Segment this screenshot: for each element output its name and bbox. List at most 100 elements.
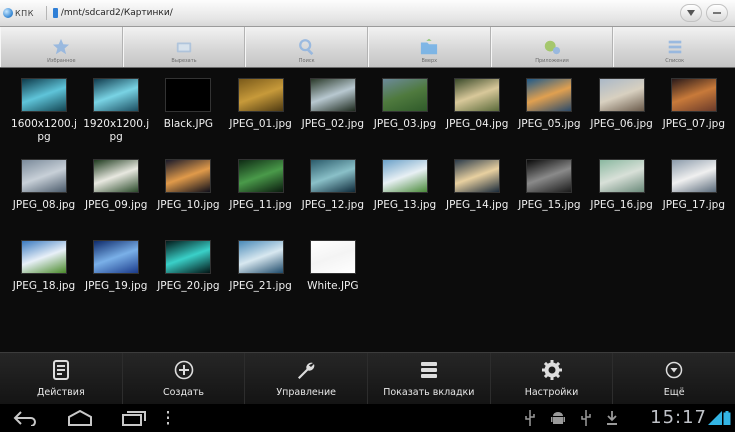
action-actions-button[interactable]: Действия: [0, 353, 123, 404]
action-settings-button[interactable]: Настройки: [491, 353, 614, 404]
search-icon: [298, 39, 314, 56]
file-item[interactable]: JPEG_02.jpg: [297, 78, 369, 156]
file-name: JPEG_12.jpg: [301, 199, 364, 211]
toolbar-list-label: Список: [665, 58, 685, 64]
action-bar: Действия Создать Управление Показать вкл…: [0, 352, 735, 404]
file-item[interactable]: JPEG_03.jpg: [369, 78, 441, 156]
file-item[interactable]: JPEG_15.jpg: [513, 159, 585, 237]
app-logo-icon: [3, 8, 13, 18]
recents-icon: [122, 411, 146, 426]
file-item[interactable]: JPEG_16.jpg: [586, 159, 658, 237]
file-item[interactable]: JPEG_20.jpg: [152, 240, 224, 318]
file-name: 1600x1200.jpg: [11, 118, 77, 143]
file-item[interactable]: JPEG_09.jpg: [80, 159, 152, 237]
usb-icon: [581, 410, 591, 426]
file-name: 1920x1200.jpg: [83, 118, 150, 143]
action-more-button[interactable]: Ещё: [613, 353, 735, 404]
toolbar-cut[interactable]: Вырезать: [122, 27, 246, 67]
file-item[interactable]: JPEG_12.jpg: [297, 159, 369, 237]
toolbar-cut-label: Вырезать: [171, 58, 197, 64]
action-manage-button[interactable]: Управление: [245, 353, 369, 404]
file-item[interactable]: 1920x1200.jpg: [80, 78, 152, 156]
path-separator: [45, 6, 47, 20]
file-item[interactable]: 1600x1200.jpg: [8, 78, 80, 156]
action-show-tabs-button[interactable]: Показать вкладки: [368, 353, 491, 404]
file-name: JPEG_19.jpg: [84, 280, 148, 292]
file-name: JPEG_16.jpg: [590, 199, 653, 211]
action-more-label: Ещё: [663, 387, 685, 398]
file-name: JPEG_15.jpg: [518, 199, 581, 211]
file-name: JPEG_10.jpg: [157, 199, 220, 211]
back-button[interactable]: [6, 404, 46, 432]
toolbar-up[interactable]: Вверх: [368, 27, 491, 67]
file-name: JPEG_13.jpg: [373, 199, 437, 211]
file-thumbnail: [93, 78, 140, 112]
battery-icon: [723, 411, 731, 425]
wrench-icon: [295, 359, 317, 381]
file-thumbnail: [165, 240, 212, 274]
file-item[interactable]: JPEG_07.jpg: [658, 78, 730, 156]
file-name: JPEG_11.jpg: [229, 199, 292, 211]
add-circle-icon: [173, 359, 195, 381]
current-path[interactable]: /mnt/sdcard2/Картинки/: [61, 8, 173, 18]
file-item[interactable]: JPEG_17.jpg: [658, 159, 730, 237]
file-name: JPEG_06.jpg: [590, 118, 653, 130]
file-name: JPEG_09.jpg: [84, 199, 148, 211]
file-item[interactable]: JPEG_21.jpg: [225, 240, 297, 318]
recents-button[interactable]: [114, 404, 154, 432]
file-thumbnail: [598, 159, 645, 193]
file-thumbnail: [21, 159, 67, 193]
menu-button[interactable]: [158, 404, 178, 432]
file-thumbnail: [165, 78, 212, 112]
toolbar-list[interactable]: Список: [613, 27, 735, 67]
more-circle-icon: [663, 359, 685, 381]
file-name: JPEG_03.jpg: [373, 118, 437, 130]
file-thumbnail: [670, 159, 717, 193]
file-thumbnail: [382, 159, 428, 193]
file-item[interactable]: Black.JPG: [152, 78, 224, 156]
file-name: JPEG_14.jpg: [445, 199, 509, 211]
file-thumbnail: [670, 78, 717, 112]
file-item[interactable]: White.JPG: [297, 240, 369, 318]
chevron-down-icon: [687, 10, 695, 16]
toolbar-up-label: Вверх: [421, 58, 438, 64]
minimize-button[interactable]: [706, 4, 728, 22]
file-name: JPEG_01.jpg: [229, 118, 292, 130]
file-item[interactable]: JPEG_11.jpg: [225, 159, 297, 237]
file-item[interactable]: JPEG_13.jpg: [369, 159, 441, 237]
file-thumbnail: [454, 159, 501, 193]
status-icons: [525, 410, 617, 426]
home-button[interactable]: [60, 404, 100, 432]
file-thumbnail: [309, 78, 356, 112]
toolbar-favorites[interactable]: Избранное: [0, 27, 123, 67]
home-icon: [68, 410, 92, 426]
file-thumbnail: [526, 159, 573, 193]
file-thumbnail: [93, 240, 140, 274]
action-create-button[interactable]: Создать: [123, 353, 246, 404]
apps-icon: [544, 40, 561, 55]
file-item[interactable]: JPEG_19.jpg: [80, 240, 152, 318]
file-item[interactable]: JPEG_08.jpg: [8, 159, 80, 237]
file-item[interactable]: JPEG_04.jpg: [441, 78, 513, 156]
path-dropdown-button[interactable]: [680, 4, 702, 22]
file-item[interactable]: JPEG_10.jpg: [152, 159, 224, 237]
tabs-stack-icon: [418, 359, 440, 381]
file-thumbnail: [21, 240, 67, 274]
file-thumbnail: [21, 78, 67, 112]
file-thumbnail: [237, 159, 284, 193]
action-settings-label: Настройки: [524, 387, 579, 398]
file-item[interactable]: JPEG_05.jpg: [513, 78, 585, 156]
file-name: JPEG_02.jpg: [301, 118, 364, 130]
toolbar-apps-label: Приложения: [535, 58, 569, 64]
file-item[interactable]: JPEG_01.jpg: [225, 78, 297, 156]
toolbar-search[interactable]: Поиск: [245, 27, 369, 67]
file-item[interactable]: JPEG_14.jpg: [441, 159, 513, 237]
toolbar-apps[interactable]: Приложения: [490, 27, 614, 67]
file-item[interactable]: JPEG_18.jpg: [8, 240, 80, 318]
file-name: White.JPG: [307, 280, 359, 292]
android-debug-icon: [551, 412, 565, 424]
file-item[interactable]: JPEG_06.jpg: [586, 78, 658, 156]
file-name: JPEG_07.jpg: [662, 118, 725, 130]
star-icon: [53, 38, 70, 55]
file-thumbnail: [454, 78, 501, 112]
